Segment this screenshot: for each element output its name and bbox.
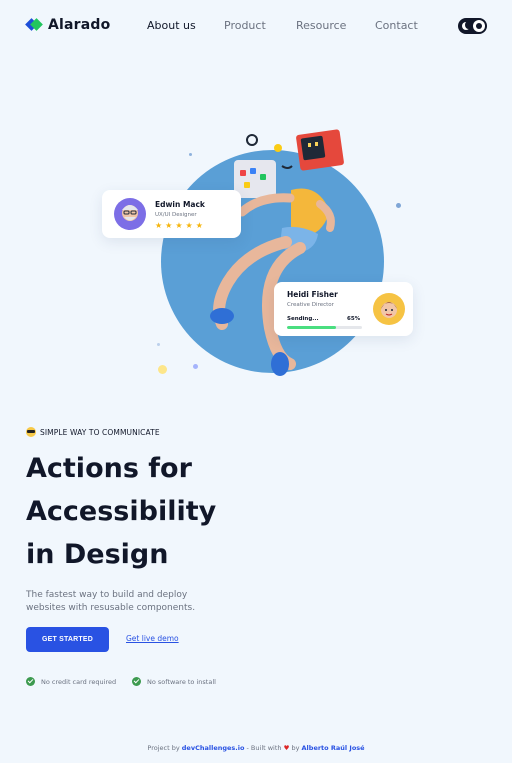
hero-title: Actions for Accessibility in Design xyxy=(26,447,286,576)
decor-dot xyxy=(158,365,167,374)
footer-built: - Built with xyxy=(244,744,284,752)
progress-percent: 65% xyxy=(347,316,361,322)
hero-illustration: Edwin Mack UX/UI Designer ★★★★★ Heidi Fi… xyxy=(0,110,512,400)
nav-link-resource[interactable]: Resource xyxy=(296,19,346,32)
brand-logo[interactable]: Alarado xyxy=(25,17,111,33)
top-navigation: Alarado About us Product Resource Contac… xyxy=(0,0,512,52)
feature-check: No software to install xyxy=(132,677,216,686)
brand-name: Alarado xyxy=(48,17,111,33)
eyebrow-text: SIMPLE WAY TO COMMUNICATE xyxy=(40,427,160,437)
footer-by: by xyxy=(289,744,302,752)
sun-icon xyxy=(473,20,485,32)
rating-stars: ★★★★★ xyxy=(155,221,206,230)
moon-icon xyxy=(462,21,472,30)
eyebrow: SIMPLE WAY TO COMMUNICATE xyxy=(26,427,160,437)
character-illustration xyxy=(210,129,344,376)
check-icon xyxy=(26,677,35,686)
progress-bar xyxy=(287,326,362,329)
progress-fill xyxy=(287,326,336,329)
decor-dot xyxy=(157,343,160,346)
feature-check-text: No credit card required xyxy=(41,677,117,686)
avatar xyxy=(373,293,405,325)
progress-label: Sending... xyxy=(287,316,319,322)
check-icon xyxy=(132,677,141,686)
get-started-button[interactable]: GET STARTED xyxy=(26,627,109,652)
feature-check-text: No software to install xyxy=(147,677,216,686)
hero-title-line: Actions for xyxy=(26,453,192,484)
card-name: Edwin Mack xyxy=(155,200,205,209)
feature-check: No credit card required xyxy=(26,677,116,686)
card-role: Creative Director xyxy=(287,302,334,308)
footer-author-link[interactable]: Alberto Raúl José xyxy=(302,744,365,752)
nav-link-product[interactable]: Product xyxy=(224,19,266,32)
profile-card-edwin: Edwin Mack UX/UI Designer ★★★★★ xyxy=(102,190,241,238)
nav-link-about-us[interactable]: About us xyxy=(147,19,196,32)
theme-toggle[interactable] xyxy=(458,18,487,34)
decor-dot xyxy=(396,203,401,208)
hero-title-line: in Design xyxy=(26,539,169,570)
footer: Project by devChallenges.io - Built with… xyxy=(0,744,512,752)
avatar xyxy=(114,198,146,230)
decor-dot xyxy=(189,153,192,156)
footer-prefix: Project by xyxy=(147,744,182,752)
card-role: UX/UI Designer xyxy=(155,212,197,218)
logo-icon xyxy=(25,17,43,33)
hero-title-line: Accessibility xyxy=(26,496,217,527)
sunglasses-emoji-icon xyxy=(26,427,36,437)
footer-site-link[interactable]: devChallenges.io xyxy=(182,744,245,752)
hero-subtitle: The fastest way to build and deploy webs… xyxy=(26,590,196,613)
live-demo-link[interactable]: Get live demo xyxy=(126,634,179,643)
nav-link-contact[interactable]: Contact xyxy=(375,19,418,32)
card-name: Heidi Fisher xyxy=(287,290,338,299)
profile-card-heidi: Heidi Fisher Creative Director Sending..… xyxy=(274,282,413,336)
